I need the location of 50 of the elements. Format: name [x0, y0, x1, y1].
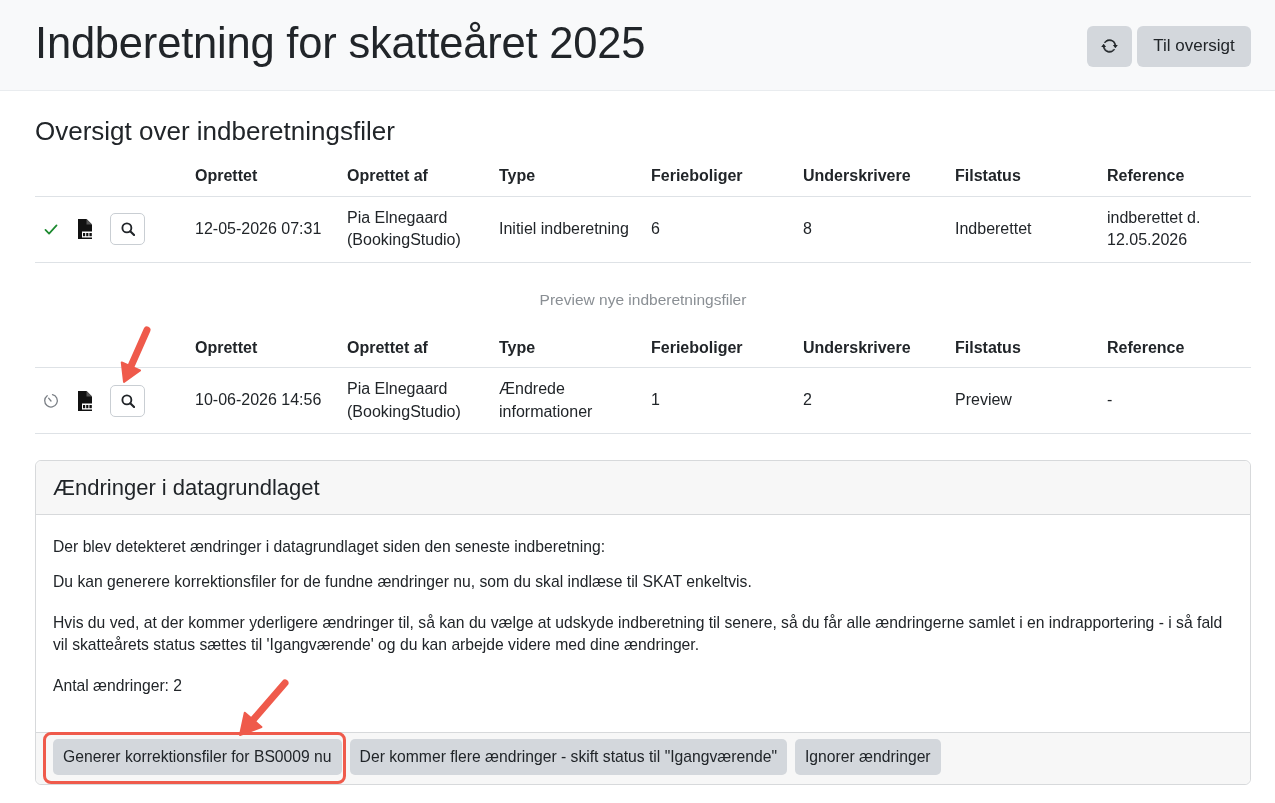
page-title: Indberetning for skatteåret 2025: [35, 18, 646, 69]
table-cell: indberettet d. 12.05.2026: [1099, 196, 1251, 262]
check-icon: [44, 223, 58, 235]
column-header: Oprettet af: [339, 157, 491, 196]
column-header: Ferieboliger: [643, 157, 795, 196]
column-header: Underskrivere: [795, 328, 947, 368]
column-header: Oprettet: [187, 157, 339, 196]
table-cell: 1: [643, 367, 795, 434]
view-button[interactable]: [110, 384, 145, 417]
table-cell: 10-06-2026 14:56: [187, 367, 339, 434]
search-icon: [120, 222, 135, 236]
action-button[interactable]: Generer korrektionsfiler for BS0009 nu: [53, 739, 342, 775]
refresh-button[interactable]: [1087, 25, 1132, 67]
body-text: Du kan generere korrektionsfiler for de fundne ændringer nu, som du skal indlæse til SKAT enkeltvis.: [53, 571, 753, 592]
column-header: Type: [491, 328, 643, 368]
body-text: Der blev detekteret ændringer i datagrundlaget siden den seneste indberetning:: [53, 537, 607, 557]
column-header: Reference: [1099, 157, 1251, 196]
column-header: Reference: [1099, 328, 1251, 368]
body-text: Hvis du ved, at der kommer yderligere ændringer til, så kan du vælge at udskyde indberetning til senere, så du får alle ændringerne samlet i en indrapportering - i så fald vil skatteårets status sættes til 'Igangværende' og du kan arbejde videre med dine ændringer.: [53, 612, 1224, 655]
table-cell: Indberettet: [947, 196, 1099, 262]
action-button[interactable]: Der kommer flere ændringer - skift status til "Igangværende": [349, 739, 787, 775]
file-icon: [77, 219, 93, 239]
column-header: Oprettet af: [339, 328, 491, 368]
column-header: Ferieboliger: [643, 328, 795, 368]
column-header: Filstatus: [947, 328, 1099, 368]
table-cell: 2: [795, 367, 947, 434]
table-cell: Preview: [947, 367, 1099, 434]
column-header: Underskrivere: [795, 157, 947, 196]
timer-icon: [43, 392, 59, 409]
action-button[interactable]: Ignorer ændringer: [795, 739, 941, 775]
table-cell: 12-05-2026 07:31: [187, 196, 339, 262]
section-heading: Oversigt over indberetningsfiler: [35, 116, 396, 147]
table-cell: -: [1099, 367, 1251, 434]
view-button[interactable]: [110, 213, 145, 245]
refresh-icon: [1101, 39, 1118, 53]
table-caption: Preview nye indberetningsfiler: [539, 289, 747, 310]
column-header: Type: [491, 157, 643, 196]
search-icon: [120, 393, 135, 408]
body-text: Antal ændringer: 2: [53, 676, 184, 696]
overview-button[interactable]: Til oversigt: [1137, 25, 1251, 67]
table-cell: Pia Elnegaard (BookingStudio): [339, 196, 491, 262]
column-header: Filstatus: [947, 157, 1099, 196]
table-cell: 6: [643, 196, 795, 262]
table-cell: Pia Elnegaard (BookingStudio): [339, 367, 491, 434]
file-icon: [77, 390, 93, 411]
table-cell: 8: [795, 196, 947, 262]
table-cell: Initiel indberetning: [491, 196, 643, 262]
table-cell: Ændrede informationer: [491, 367, 643, 434]
column-header: Oprettet: [187, 328, 339, 368]
panel-title: Ændringer i datagrundlaget: [53, 474, 321, 501]
